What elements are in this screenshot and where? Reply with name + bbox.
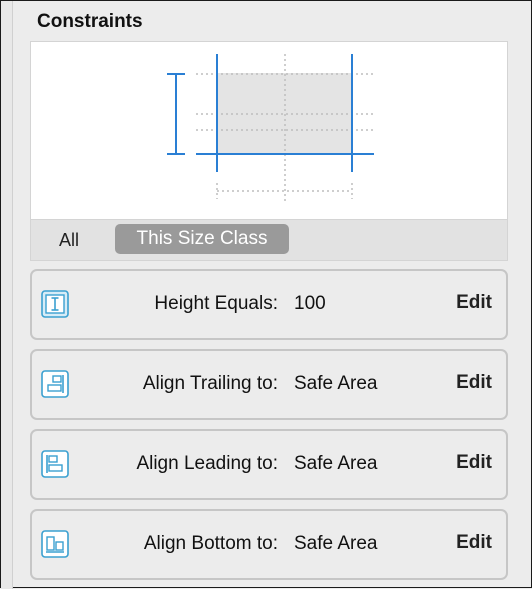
size-class-all-button[interactable]: All [59, 228, 79, 252]
constraint-label: Align Bottom to: [143, 533, 278, 554]
edit-button[interactable]: Edit [456, 372, 492, 394]
constraint-value: Safe Area [294, 373, 378, 394]
edit-button[interactable]: Edit [456, 452, 492, 474]
constraints-inspector: Constraints All This Size Class Height E… [0, 0, 532, 589]
constraint-card-trailing: Align Trailing to: Safe Area Edit [30, 349, 508, 420]
constraint-label: Align Trailing to: [142, 373, 278, 394]
constraint-value: Safe Area [294, 453, 378, 474]
align-bottom-icon [41, 530, 69, 558]
constraint-value: Safe Area [294, 533, 378, 554]
align-leading-icon [41, 450, 69, 478]
height-constraint-icon [41, 290, 69, 318]
constraint-card-leading: Align Leading to: Safe Area Edit [30, 429, 508, 500]
panel-edge [1, 1, 13, 589]
constraint-label: Align Leading to: [136, 453, 278, 474]
constraint-value: 100 [294, 293, 326, 314]
constraint-label: Height Equals: [154, 293, 278, 314]
edit-button[interactable]: Edit [456, 532, 492, 554]
size-class-this-button[interactable]: This Size Class [115, 224, 289, 254]
align-trailing-icon [41, 370, 69, 398]
section-title: Constraints [37, 11, 143, 32]
constraint-diagram-graphic [167, 54, 374, 202]
constraint-diagram [30, 41, 508, 219]
constraint-card-bottom: Align Bottom to: Safe Area Edit [30, 509, 508, 580]
edit-button[interactable]: Edit [456, 292, 492, 314]
constraint-card-height: Height Equals: 100 Edit [30, 269, 508, 340]
